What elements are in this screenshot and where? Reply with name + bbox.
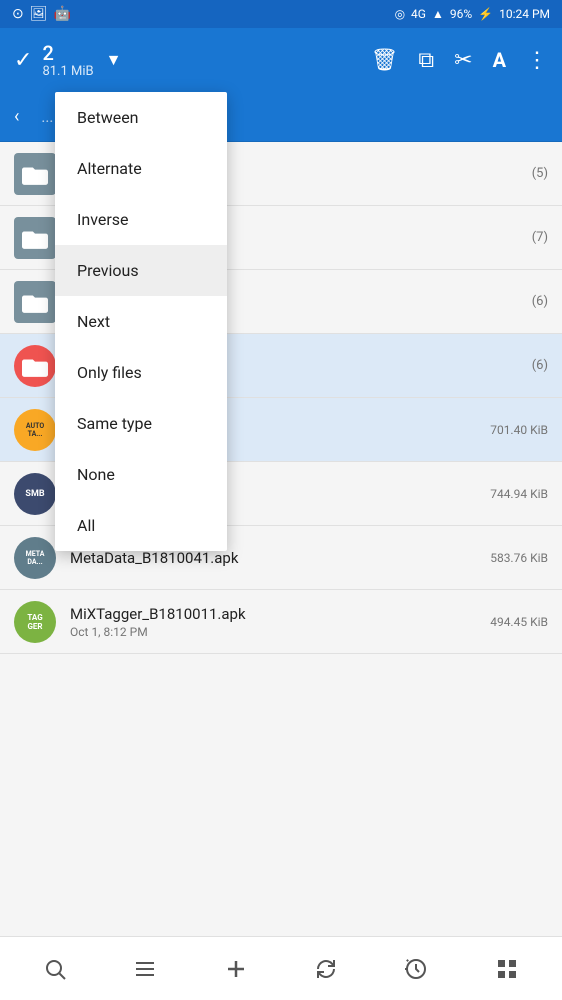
file-count-1: (5) bbox=[532, 166, 548, 181]
toolbar-left: ✓ 2 81.1 MiB ▼ bbox=[14, 42, 352, 79]
file-details-metadata: MetaData_B1810041.apk bbox=[70, 549, 490, 567]
refresh-nav-button[interactable] bbox=[301, 944, 351, 994]
file-size-autoapp: 701.40 KiB bbox=[490, 423, 548, 437]
apk-icon-meta: METADA... bbox=[14, 537, 56, 579]
file-right-mixtagger: 494.45 KiB bbox=[490, 615, 548, 629]
app-icon-1: ⊙ bbox=[12, 6, 24, 22]
copy-button[interactable]: ⧉ bbox=[418, 48, 434, 73]
menu-item-all[interactable]: All bbox=[55, 500, 227, 551]
app-icon-3: 🤖 bbox=[54, 6, 71, 22]
menu-label-between: Between bbox=[77, 108, 139, 127]
delete-button[interactable]: 🗑 bbox=[370, 48, 398, 73]
toolbar-actions: 🗑 ⧉ ✂ A ⋮ bbox=[370, 48, 548, 73]
folder-icon-4 bbox=[14, 345, 56, 387]
check-icon: ✓ bbox=[14, 48, 32, 73]
file-right-autoapp: 701.40 KiB bbox=[490, 423, 548, 437]
file-size-metadata: 583.76 KiB bbox=[490, 551, 548, 565]
history-nav-button[interactable] bbox=[391, 944, 441, 994]
menu-label-previous: Previous bbox=[77, 261, 139, 280]
file-item-mixtagger[interactable]: TAGGER MiXTagger_B1810011.apk Oct 1, 8:1… bbox=[0, 590, 562, 654]
status-bar: ⊙ 🖼 🤖 ◎ 4G ▲ 96% ⚡ 10:24 PM bbox=[0, 0, 562, 28]
menu-item-only-files[interactable]: Only files bbox=[55, 347, 227, 398]
file-size-smb: 744.94 KiB bbox=[490, 487, 548, 501]
font-button[interactable]: A bbox=[493, 48, 506, 72]
search-nav-button[interactable] bbox=[30, 944, 80, 994]
file-right-4: (6) bbox=[532, 358, 548, 373]
file-details-mixtagger: MiXTagger_B1810011.apk Oct 1, 8:12 PM bbox=[70, 605, 490, 639]
app-icon-2: 🖼 bbox=[30, 6, 48, 22]
menu-item-inverse[interactable]: Inverse bbox=[55, 194, 227, 245]
menu-label-same-type: Same type bbox=[77, 414, 152, 433]
file-name-mixtagger: MiXTagger_B1810011.apk bbox=[70, 605, 490, 623]
file-count-2: (7) bbox=[532, 230, 548, 245]
folder-icon-1 bbox=[14, 153, 56, 195]
file-meta-mixtagger: Oct 1, 8:12 PM bbox=[70, 625, 490, 639]
selection-size: 81.1 MiB bbox=[42, 64, 93, 79]
dropdown-arrow-icon[interactable]: ▼ bbox=[106, 50, 122, 70]
list-nav-button[interactable] bbox=[120, 944, 170, 994]
file-right-smb: 744.94 KiB bbox=[490, 487, 548, 501]
battery-icon: ⚡ bbox=[478, 7, 493, 21]
selection-count: 2 bbox=[42, 42, 93, 64]
menu-item-previous[interactable]: Previous bbox=[55, 245, 227, 296]
add-nav-button[interactable] bbox=[211, 944, 261, 994]
menu-label-alternate: Alternate bbox=[77, 159, 142, 178]
status-bar-right: ◎ 4G ▲ 96% ⚡ 10:24 PM bbox=[395, 7, 550, 21]
folder-icon-3 bbox=[14, 281, 56, 323]
file-size-mixtagger: 494.45 KiB bbox=[490, 615, 548, 629]
signal-icon: ▲ bbox=[432, 7, 444, 21]
menu-label-next: Next bbox=[77, 312, 110, 331]
status-bar-left: ⊙ 🖼 🤖 bbox=[12, 6, 71, 22]
file-right-metadata: 583.76 KiB bbox=[490, 551, 548, 565]
file-count-4: (6) bbox=[532, 358, 548, 373]
battery-percent: 96% bbox=[450, 7, 472, 21]
folder-icon-2 bbox=[14, 217, 56, 259]
menu-item-between[interactable]: Between bbox=[55, 92, 227, 143]
more-button[interactable]: ⋮ bbox=[526, 48, 548, 73]
apk-icon-smb: SMB bbox=[14, 473, 56, 515]
apk-icon-auto: AUTOTA... bbox=[14, 409, 56, 451]
cut-button[interactable]: ✂ bbox=[454, 48, 472, 73]
bottom-nav bbox=[0, 936, 562, 1000]
menu-item-none[interactable]: None bbox=[55, 449, 227, 500]
menu-label-all: All bbox=[77, 516, 95, 535]
tab-back-arrow[interactable]: ‹ bbox=[6, 102, 27, 131]
file-count-3: (6) bbox=[532, 294, 548, 309]
file-name-metadata: MetaData_B1810041.apk bbox=[70, 549, 490, 567]
wifi-icon: ◎ bbox=[395, 7, 405, 21]
selection-info: 2 81.1 MiB bbox=[42, 42, 93, 79]
menu-label-only-files: Only files bbox=[77, 363, 142, 382]
apk-icon-mix: TAGGER bbox=[14, 601, 56, 643]
file-right-2: (7) bbox=[532, 230, 548, 245]
tab-prev-label: ... bbox=[41, 108, 53, 126]
menu-label-none: None bbox=[77, 465, 115, 484]
file-right-3: (6) bbox=[532, 294, 548, 309]
grid-nav-button[interactable] bbox=[482, 944, 532, 994]
network-4g: 4G bbox=[411, 7, 426, 21]
menu-label-inverse: Inverse bbox=[77, 210, 128, 229]
menu-item-alternate[interactable]: Alternate bbox=[55, 143, 227, 194]
dropdown-menu: Between Alternate Inverse Previous Next … bbox=[55, 92, 227, 551]
menu-item-next[interactable]: Next bbox=[55, 296, 227, 347]
toolbar: ✓ 2 81.1 MiB ▼ 🗑 ⧉ ✂ A ⋮ bbox=[0, 28, 562, 92]
menu-item-same-type[interactable]: Same type bbox=[55, 398, 227, 449]
time: 10:24 PM bbox=[499, 7, 550, 21]
file-right-1: (5) bbox=[532, 166, 548, 181]
